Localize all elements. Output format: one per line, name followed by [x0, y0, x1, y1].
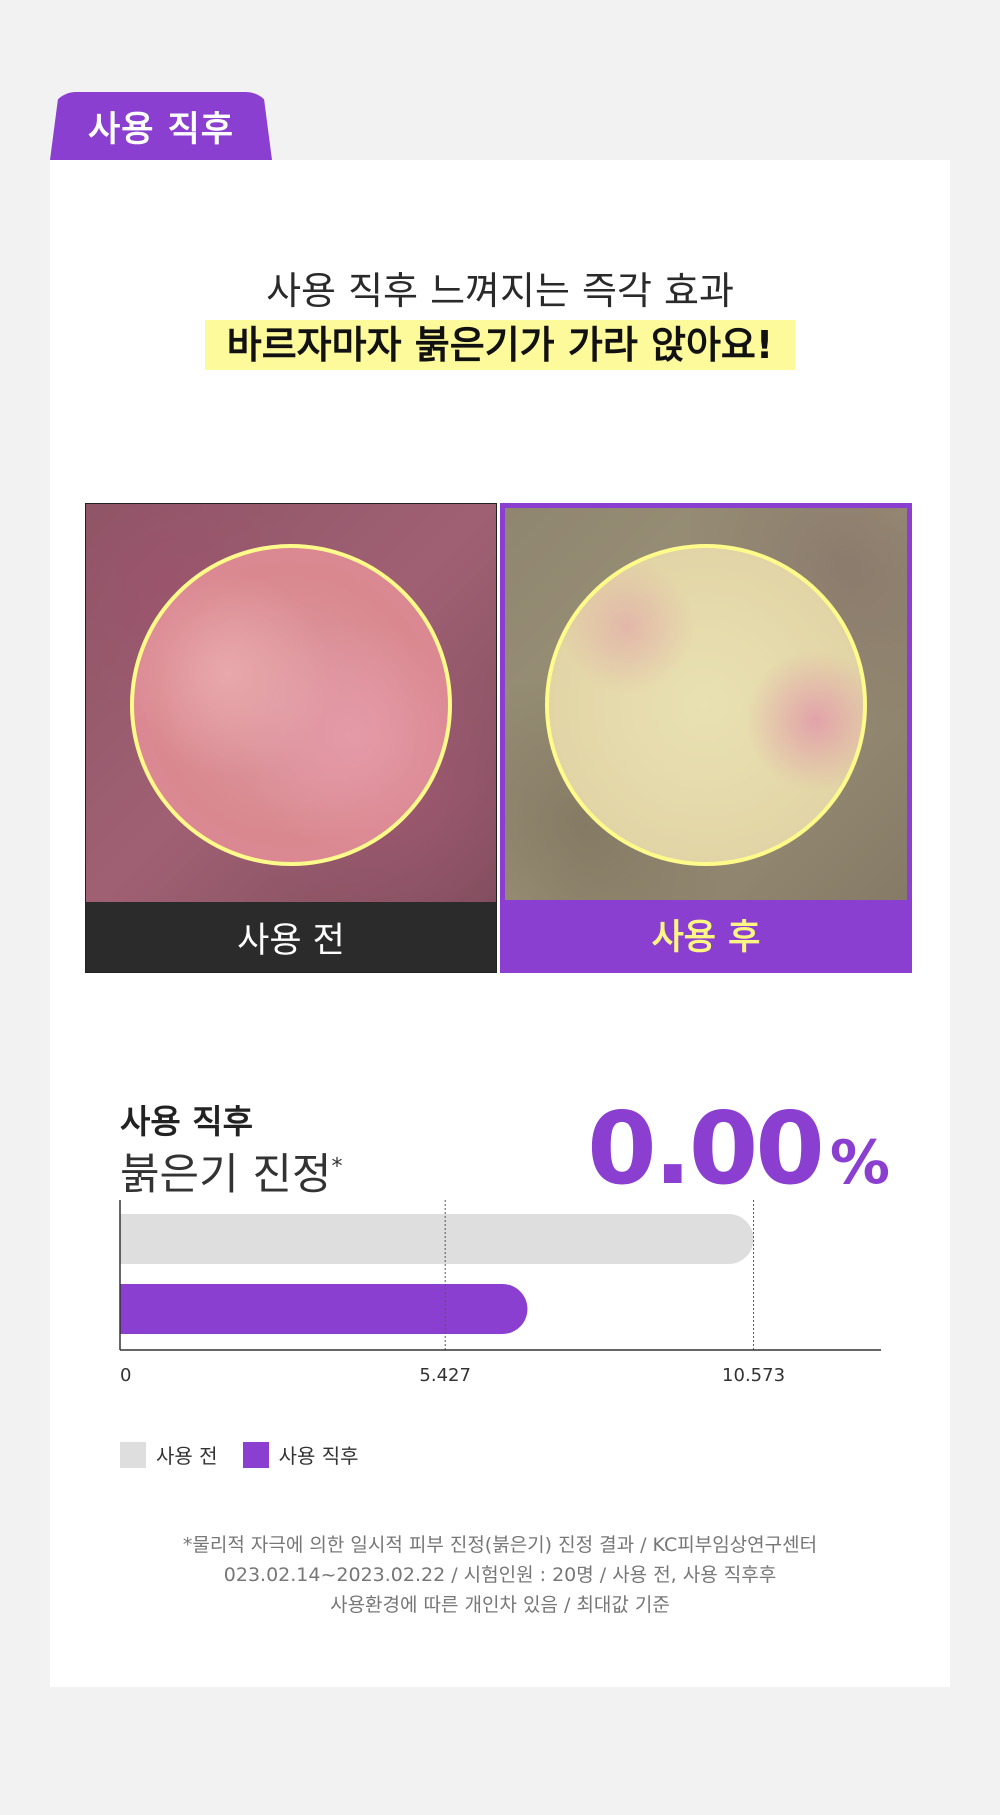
section-tab: 사용 직후 — [50, 92, 272, 160]
before-focus-circle — [130, 544, 452, 866]
footnote-line: 사용환경에 따른 개인차 있음 / 최대값 기준 — [330, 1594, 670, 1616]
content-card: 사용 직후 느껴지는 즉각 효과 바르자마자 붉은기가 가라 앉아요! 사용 전… — [50, 160, 950, 1687]
footnote: *물리적 자극에 의한 일시적 피부 진정(붉은기) 진정 결과 / KC피부임… — [50, 1530, 950, 1620]
after-skin-image — [505, 508, 907, 905]
after-photo: 사용 후 — [500, 503, 912, 973]
metric-value: 0.00 % — [587, 1090, 890, 1207]
bar-after — [120, 1284, 528, 1334]
legend-item-before: 사용 전 — [120, 1440, 218, 1469]
x-tick-label: 10.573 — [722, 1365, 785, 1386]
metric-subtitle: 붉은기 진정* — [120, 1150, 343, 1200]
footnote-line: *물리적 자극에 의한 일시적 피부 진정(붉은기) 진정 결과 / KC피부임… — [182, 1534, 818, 1556]
footnote-line: 023.02.14~2023.02.22 / 시험인원 : 20명 / 사용 전… — [223, 1564, 777, 1586]
legend-swatch-before — [120, 1441, 146, 1468]
redness-bar-chart: 0 5.427 10.573 — [119, 1200, 881, 1386]
metric-unit: % — [829, 1128, 890, 1198]
after-focus-circle — [545, 544, 867, 866]
x-tick-label: 0 — [120, 1365, 131, 1386]
legend-swatch-after — [242, 1441, 269, 1468]
before-skin-image — [86, 504, 496, 904]
legend-item-after: 사용 직후 — [242, 1440, 359, 1469]
metric-number: 0.00 — [587, 1090, 825, 1207]
legend-label-after: 사용 직후 — [278, 1444, 359, 1468]
x-tick-label: 5.427 — [419, 1365, 471, 1386]
metric-title: 사용 직후 — [120, 1102, 253, 1141]
before-caption: 사용 전 — [86, 902, 496, 972]
bar-before — [120, 1214, 754, 1264]
highlight-headline: 바르자마자 붉은기가 가라 앉아요! — [204, 320, 796, 370]
chart-legend: 사용 전 사용 직후 — [120, 1440, 384, 1469]
legend-label-before: 사용 전 — [156, 1444, 218, 1468]
after-caption: 사용 후 — [505, 900, 907, 968]
before-photo: 사용 전 — [85, 503, 497, 973]
page-heading: 사용 직후 느껴지는 즉각 효과 — [266, 269, 734, 313]
